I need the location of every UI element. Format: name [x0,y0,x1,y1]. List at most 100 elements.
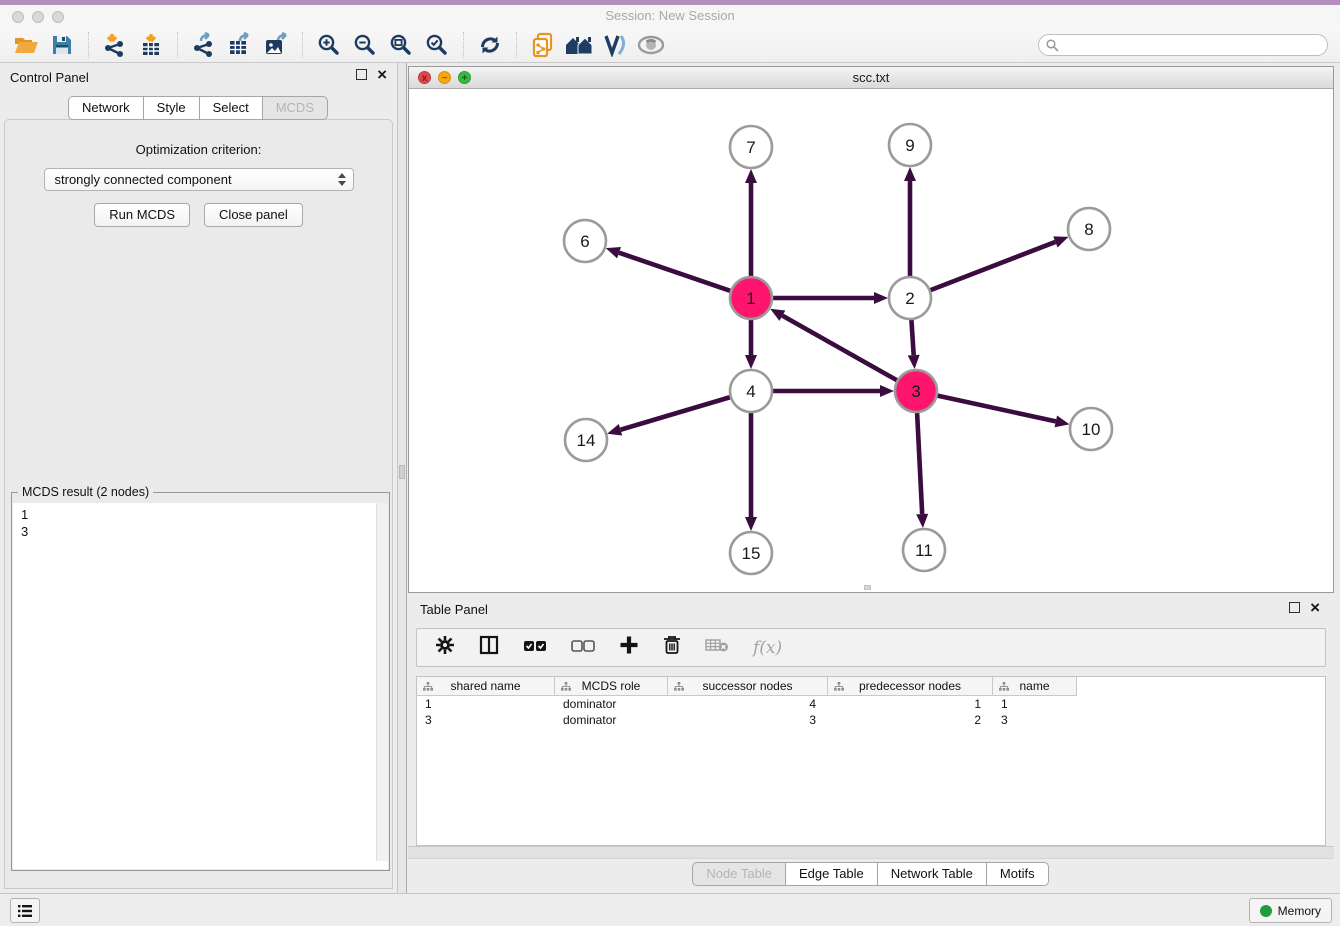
table-cell[interactable]: 1 [828,696,993,712]
tab-mcds[interactable]: MCDS [262,96,328,120]
close-window-icon[interactable] [12,11,24,23]
float-panel-icon[interactable] [1289,602,1300,613]
result-scrollbar[interactable] [376,503,388,861]
table-cell[interactable]: 1 [993,696,1077,712]
network-maximize-icon[interactable]: + [458,71,471,84]
zoom-out-icon[interactable] [347,30,383,60]
run-mcds-button[interactable]: Run MCDS [94,203,190,227]
toolbar-separator [463,32,464,58]
column-sort-icon [423,682,433,691]
network-minimize-icon[interactable]: − [438,71,451,84]
titlebar: Session: New Session [0,5,1340,27]
graph-node-label: 6 [580,232,589,251]
table-cell[interactable]: 2 [828,712,993,728]
node-table[interactable]: shared nameMCDS rolesuccessor nodesprede… [416,676,1326,846]
graph-node-label: 15 [742,544,761,563]
deselect-all-icon[interactable] [571,639,595,657]
tab-style[interactable]: Style [143,96,200,120]
graph-node-label: 14 [577,431,596,450]
save-session-icon[interactable] [44,30,80,60]
graph-edge-2-8[interactable] [931,242,1056,290]
memory-label: Memory [1278,904,1321,918]
delete-icon[interactable] [663,635,681,660]
search-input[interactable] [1038,34,1328,56]
toolbar-separator [177,32,178,58]
network-window-titlebar[interactable]: x − + scc.txt [409,67,1333,89]
network-close-icon[interactable]: x [418,71,431,84]
apply-layout-icon[interactable] [472,30,508,60]
select-all-icon[interactable] [523,639,547,657]
memory-button[interactable]: Memory [1249,898,1332,923]
column-header-predecessor-nodes[interactable]: predecessor nodes [828,677,993,696]
show-hide-icon[interactable] [633,30,669,60]
zoom-selected-icon[interactable] [419,30,455,60]
column-sort-icon [561,682,571,691]
graph-edge-3-1[interactable] [782,316,896,381]
list-icon [17,904,33,918]
table-footer-band [408,846,1334,859]
delete-table-icon[interactable] [705,637,729,658]
table-cell[interactable]: 3 [417,712,555,728]
function-builder-icon[interactable]: f(x) [753,638,782,658]
network-from-selection-icon[interactable] [525,30,561,60]
table-tab-node-table[interactable]: Node Table [692,862,786,886]
table-body: 1dominator4113dominator323 [417,696,1325,728]
minimize-window-icon[interactable] [32,11,44,23]
graph-node-label: 11 [915,541,933,560]
close-panel-icon[interactable]: × [377,69,387,80]
export-table-icon[interactable] [222,30,258,60]
graph-edge-3-11[interactable] [917,413,922,514]
traffic-lights[interactable] [12,10,72,28]
graph-edge-2-3[interactable] [911,320,913,355]
graph-edge-1-6[interactable] [619,253,730,291]
first-neighbors-icon[interactable] [561,30,597,60]
graph-node-label: 2 [905,289,914,308]
zoom-in-icon[interactable] [311,30,347,60]
network-canvas[interactable]: 1234678910111415 [409,89,1333,592]
graph-edge-4-14[interactable] [621,397,730,429]
import-network-icon[interactable] [97,30,133,60]
column-visibility-icon[interactable] [479,635,499,660]
apply-style-icon[interactable] [597,30,633,60]
column-header-shared-name[interactable]: shared name [417,677,555,696]
export-image-icon[interactable] [258,30,294,60]
divider-handle-icon[interactable] [399,465,405,479]
table-cell[interactable]: 4 [668,696,828,712]
mcds-result-lines: 13 [13,503,388,543]
tab-network[interactable]: Network [68,96,144,120]
table-row[interactable]: 3dominator323 [417,712,1325,728]
network-resize-handle[interactable] [864,585,871,590]
table-cell[interactable]: 1 [417,696,555,712]
table-cell[interactable]: dominator [555,712,668,728]
table-tab-edge-table[interactable]: Edge Table [785,862,878,886]
control-panel-tabs: NetworkStyleSelectMCDS [0,96,397,120]
panel-divider[interactable] [397,63,407,893]
import-table-icon[interactable] [133,30,169,60]
maximize-window-icon[interactable] [52,11,64,23]
memory-status-icon [1260,905,1272,917]
column-header-successor-nodes[interactable]: successor nodes [668,677,828,696]
open-file-icon[interactable] [8,30,44,60]
table-tab-motifs[interactable]: Motifs [986,862,1049,886]
column-header-MCDS-role[interactable]: MCDS role [555,677,668,696]
mcds-result-area[interactable]: 13 [13,503,388,869]
table-cell[interactable]: dominator [555,696,668,712]
tab-select[interactable]: Select [199,96,263,120]
float-panel-icon[interactable] [356,69,367,80]
criterion-select[interactable]: strongly connected component [44,168,354,191]
graph-edge-3-10[interactable] [937,396,1055,422]
table-cell[interactable]: 3 [993,712,1077,728]
table-tab-network-table[interactable]: Network Table [877,862,987,886]
close-panel-button[interactable]: Close panel [204,203,303,227]
settings-gear-icon[interactable] [435,635,455,660]
table-tabs: Node TableEdge TableNetwork TableMotifs [408,862,1334,886]
close-panel-icon[interactable]: × [1310,602,1320,613]
graph-node-label: 4 [746,382,755,401]
column-header-name[interactable]: name [993,677,1077,696]
add-row-icon[interactable] [619,635,639,660]
table-cell[interactable]: 3 [668,712,828,728]
table-row[interactable]: 1dominator411 [417,696,1325,712]
zoom-fit-icon[interactable] [383,30,419,60]
export-network-icon[interactable] [186,30,222,60]
task-history-button[interactable] [10,898,40,923]
